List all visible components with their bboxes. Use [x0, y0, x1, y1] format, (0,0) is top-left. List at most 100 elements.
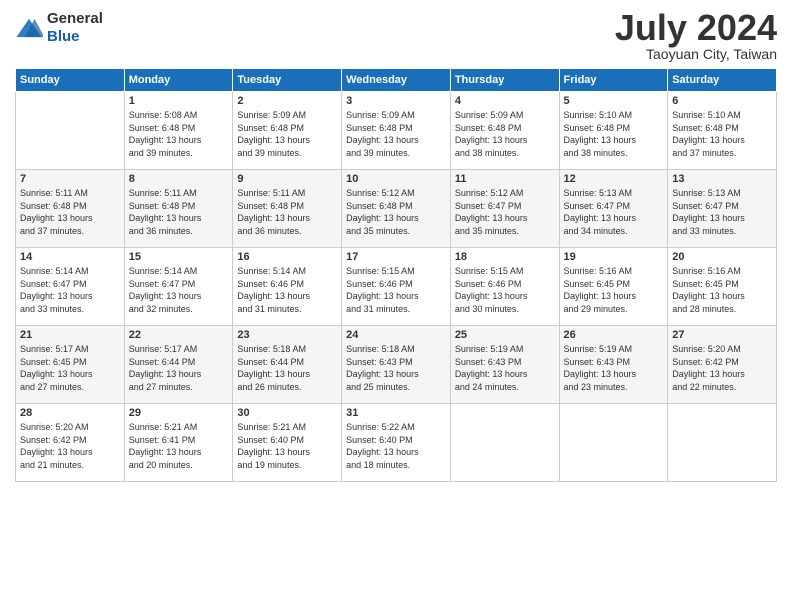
day-info: Sunrise: 5:17 AM Sunset: 6:45 PM Dayligh…	[20, 343, 120, 393]
calendar-cell: 20 Sunrise: 5:16 AM Sunset: 6:45 PM Dayli…	[668, 248, 777, 326]
calendar-cell: 6 Sunrise: 5:10 AM Sunset: 6:48 PM Daylig…	[668, 92, 777, 170]
day-info: Sunrise: 5:13 AM Sunset: 6:47 PM Dayligh…	[672, 187, 772, 237]
day-info: Sunrise: 5:12 AM Sunset: 6:47 PM Dayligh…	[455, 187, 555, 237]
calendar-cell: 17 Sunrise: 5:15 AM Sunset: 6:46 PM Dayli…	[342, 248, 451, 326]
day-info: Sunrise: 5:09 AM Sunset: 6:48 PM Dayligh…	[346, 109, 446, 159]
week-row-3: 21 Sunrise: 5:17 AM Sunset: 6:45 PM Dayli…	[16, 326, 777, 404]
logo-text-general: General	[47, 10, 103, 27]
day-info: Sunrise: 5:10 AM Sunset: 6:48 PM Dayligh…	[564, 109, 664, 159]
day-number: 31	[346, 407, 446, 419]
day-number: 21	[20, 329, 120, 341]
day-number: 16	[237, 251, 337, 263]
day-info: Sunrise: 5:09 AM Sunset: 6:48 PM Dayligh…	[455, 109, 555, 159]
day-info: Sunrise: 5:18 AM Sunset: 6:44 PM Dayligh…	[237, 343, 337, 393]
day-number: 17	[346, 251, 446, 263]
day-info: Sunrise: 5:16 AM Sunset: 6:45 PM Dayligh…	[564, 265, 664, 315]
calendar-table: SundayMondayTuesdayWednesdayThursdayFrid…	[15, 68, 777, 482]
day-number: 19	[564, 251, 664, 263]
day-info: Sunrise: 5:14 AM Sunset: 6:47 PM Dayligh…	[20, 265, 120, 315]
day-info: Sunrise: 5:09 AM Sunset: 6:48 PM Dayligh…	[237, 109, 337, 159]
day-number: 25	[455, 329, 555, 341]
logo-text-blue: Blue	[47, 28, 80, 45]
day-number: 22	[129, 329, 229, 341]
day-info: Sunrise: 5:21 AM Sunset: 6:41 PM Dayligh…	[129, 421, 229, 471]
day-info: Sunrise: 5:16 AM Sunset: 6:45 PM Dayligh…	[672, 265, 772, 315]
header-cell-thursday: Thursday	[450, 69, 559, 92]
calendar-cell: 16 Sunrise: 5:14 AM Sunset: 6:46 PM Dayli…	[233, 248, 342, 326]
calendar-cell: 18Sunrise: 5:15 AM Sunset: 6:46 PM Dayli…	[450, 248, 559, 326]
day-number: 24	[346, 329, 446, 341]
day-number: 26	[564, 329, 664, 341]
day-number: 9	[237, 173, 337, 185]
day-info: Sunrise: 5:13 AM Sunset: 6:47 PM Dayligh…	[564, 187, 664, 237]
day-info: Sunrise: 5:22 AM Sunset: 6:40 PM Dayligh…	[346, 421, 446, 471]
calendar-header: SundayMondayTuesdayWednesdayThursdayFrid…	[16, 69, 777, 92]
calendar-cell: 28 Sunrise: 5:20 AM Sunset: 6:42 PM Dayli…	[16, 404, 125, 482]
day-info: Sunrise: 5:17 AM Sunset: 6:44 PM Dayligh…	[129, 343, 229, 393]
calendar-cell	[450, 404, 559, 482]
day-number: 12	[564, 173, 664, 185]
week-row-1: 7 Sunrise: 5:11 AM Sunset: 6:48 PM Daylig…	[16, 170, 777, 248]
calendar-cell: 24 Sunrise: 5:18 AM Sunset: 6:43 PM Dayli…	[342, 326, 451, 404]
calendar-cell: 25Sunrise: 5:19 AM Sunset: 6:43 PM Dayli…	[450, 326, 559, 404]
header-cell-monday: Monday	[124, 69, 233, 92]
day-number: 4	[455, 95, 555, 107]
day-number: 3	[346, 95, 446, 107]
day-number: 14	[20, 251, 120, 263]
calendar-cell: 13Sunrise: 5:13 AM Sunset: 6:47 PM Dayli…	[668, 170, 777, 248]
calendar-cell: 3 Sunrise: 5:09 AM Sunset: 6:48 PM Daylig…	[342, 92, 451, 170]
calendar-cell: 30 Sunrise: 5:21 AM Sunset: 6:40 PM Dayli…	[233, 404, 342, 482]
month-title: July 2024	[615, 10, 777, 46]
day-info: Sunrise: 5:14 AM Sunset: 6:47 PM Dayligh…	[129, 265, 229, 315]
header-cell-saturday: Saturday	[668, 69, 777, 92]
day-number: 27	[672, 329, 772, 341]
day-number: 20	[672, 251, 772, 263]
day-number: 15	[129, 251, 229, 263]
calendar-cell: 22 Sunrise: 5:17 AM Sunset: 6:44 PM Dayli…	[124, 326, 233, 404]
day-number: 18	[455, 251, 555, 263]
location-subtitle: Taoyuan City, Taiwan	[615, 46, 777, 62]
day-info: Sunrise: 5:10 AM Sunset: 6:48 PM Dayligh…	[672, 109, 772, 159]
day-info: Sunrise: 5:21 AM Sunset: 6:40 PM Dayligh…	[237, 421, 337, 471]
day-info: Sunrise: 5:14 AM Sunset: 6:46 PM Dayligh…	[237, 265, 337, 315]
header-cell-wednesday: Wednesday	[342, 69, 451, 92]
calendar-cell: 10Sunrise: 5:12 AM Sunset: 6:48 PM Dayli…	[342, 170, 451, 248]
calendar-cell: 27 Sunrise: 5:20 AM Sunset: 6:42 PM Dayli…	[668, 326, 777, 404]
day-info: Sunrise: 5:08 AM Sunset: 6:48 PM Dayligh…	[129, 109, 229, 159]
day-info: Sunrise: 5:11 AM Sunset: 6:48 PM Dayligh…	[237, 187, 337, 237]
day-number: 28	[20, 407, 120, 419]
page: General Blue July 2024 Taoyuan City, Tai…	[0, 0, 792, 612]
calendar-cell: 31 Sunrise: 5:22 AM Sunset: 6:40 PM Dayli…	[342, 404, 451, 482]
calendar-cell: 2Sunrise: 5:09 AM Sunset: 6:48 PM Daylig…	[233, 92, 342, 170]
day-info: Sunrise: 5:18 AM Sunset: 6:43 PM Dayligh…	[346, 343, 446, 393]
week-row-2: 14 Sunrise: 5:14 AM Sunset: 6:47 PM Dayli…	[16, 248, 777, 326]
day-info: Sunrise: 5:15 AM Sunset: 6:46 PM Dayligh…	[346, 265, 446, 315]
day-info: Sunrise: 5:20 AM Sunset: 6:42 PM Dayligh…	[20, 421, 120, 471]
header-row: SundayMondayTuesdayWednesdayThursdayFrid…	[16, 69, 777, 92]
day-number: 5	[564, 95, 664, 107]
calendar-cell	[559, 404, 668, 482]
calendar-cell: 26 Sunrise: 5:19 AM Sunset: 6:43 PM Dayli…	[559, 326, 668, 404]
calendar-cell: 1Sunrise: 5:08 AM Sunset: 6:48 PM Daylig…	[124, 92, 233, 170]
day-number: 8	[129, 173, 229, 185]
calendar-cell	[16, 92, 125, 170]
calendar-cell: 4 Sunrise: 5:09 AM Sunset: 6:48 PM Daylig…	[450, 92, 559, 170]
calendar-cell: 21 Sunrise: 5:17 AM Sunset: 6:45 PM Dayli…	[16, 326, 125, 404]
calendar-cell: 12 Sunrise: 5:13 AM Sunset: 6:47 PM Dayli…	[559, 170, 668, 248]
week-row-4: 28 Sunrise: 5:20 AM Sunset: 6:42 PM Dayli…	[16, 404, 777, 482]
calendar-body: 1Sunrise: 5:08 AM Sunset: 6:48 PM Daylig…	[16, 92, 777, 482]
calendar-cell: 15 Sunrise: 5:14 AM Sunset: 6:47 PM Dayli…	[124, 248, 233, 326]
day-number: 23	[237, 329, 337, 341]
day-info: Sunrise: 5:20 AM Sunset: 6:42 PM Dayligh…	[672, 343, 772, 393]
day-number: 7	[20, 173, 120, 185]
calendar-cell: 23 Sunrise: 5:18 AM Sunset: 6:44 PM Dayli…	[233, 326, 342, 404]
calendar-cell: 14 Sunrise: 5:14 AM Sunset: 6:47 PM Dayli…	[16, 248, 125, 326]
header-cell-tuesday: Tuesday	[233, 69, 342, 92]
day-info: Sunrise: 5:19 AM Sunset: 6:43 PM Dayligh…	[564, 343, 664, 393]
day-info: Sunrise: 5:11 AM Sunset: 6:48 PM Dayligh…	[129, 187, 229, 237]
day-number: 6	[672, 95, 772, 107]
day-number: 11	[455, 173, 555, 185]
header-cell-sunday: Sunday	[16, 69, 125, 92]
day-number: 30	[237, 407, 337, 419]
logo-icon	[15, 17, 43, 39]
